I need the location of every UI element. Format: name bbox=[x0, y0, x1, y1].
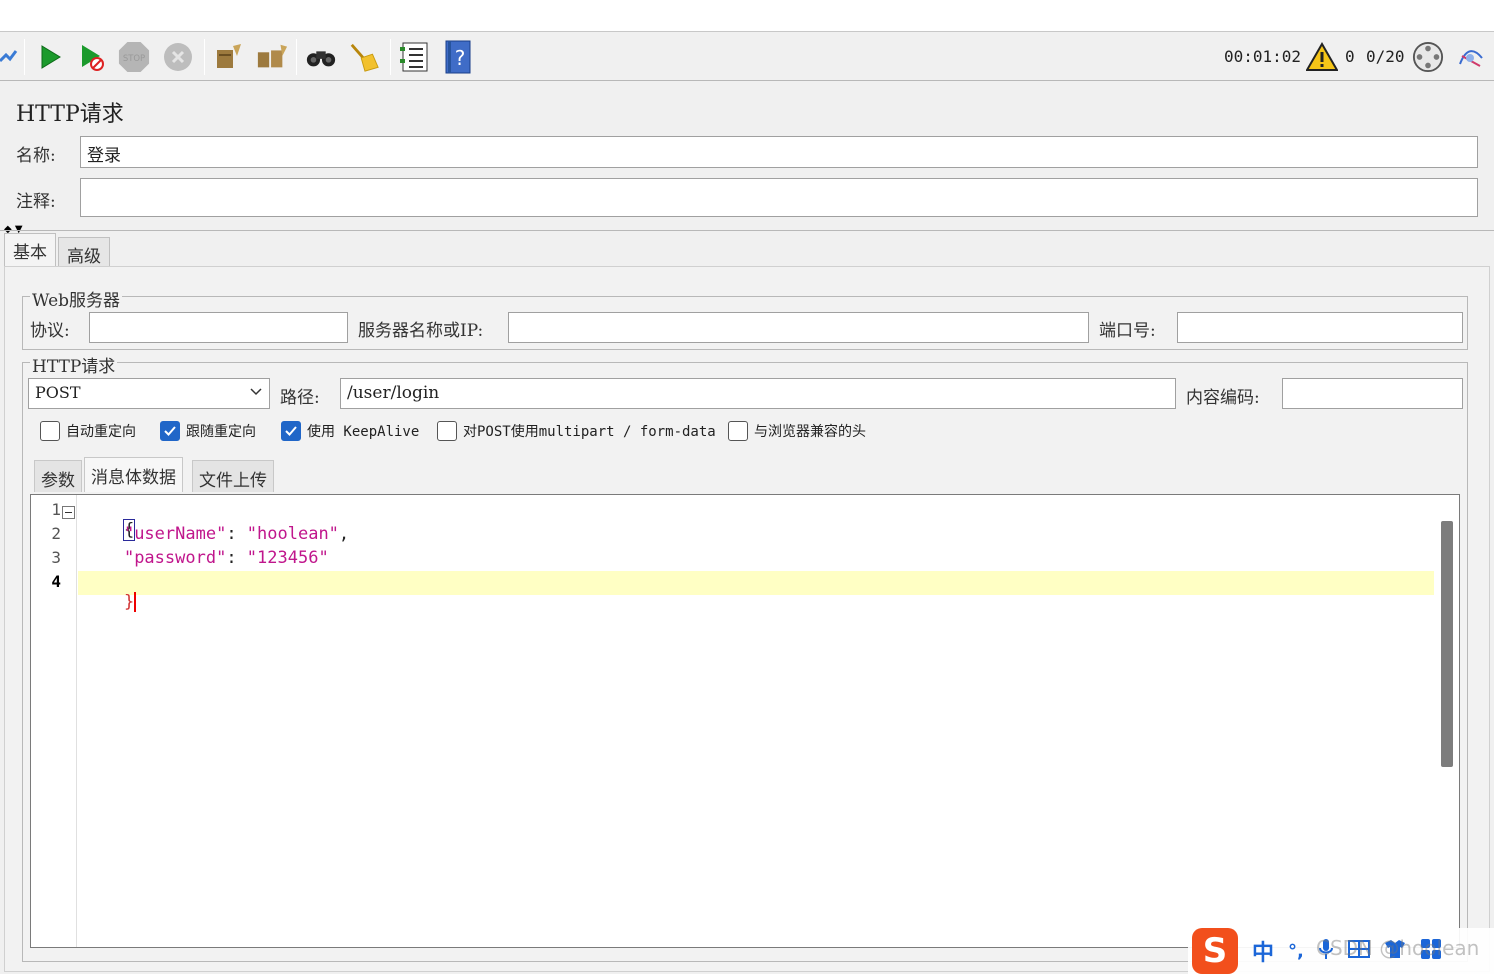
tab-basic[interactable]: 基本 bbox=[4, 233, 56, 267]
json-value: "123456" bbox=[246, 548, 329, 568]
code-line-4: } bbox=[83, 572, 137, 632]
shutdown-icon[interactable] bbox=[162, 41, 194, 73]
browser-headers-option[interactable]: 与浏览器兼容的头 bbox=[728, 421, 866, 441]
json-colon: : bbox=[226, 548, 247, 568]
main-tab-bar: 基本 高级 bbox=[0, 230, 1494, 267]
toggle-icon[interactable] bbox=[0, 41, 24, 73]
server-label: 服务器名称或IP: bbox=[358, 321, 484, 341]
editor-gutter: 1 2 3 4 bbox=[31, 495, 77, 947]
encoding-field[interactable] bbox=[1282, 378, 1463, 409]
svg-text:STOP: STOP bbox=[123, 53, 145, 63]
port-label: 端口号: bbox=[1099, 321, 1156, 341]
comment-label: 注释: bbox=[16, 192, 56, 212]
name-field[interactable]: 登录 bbox=[80, 136, 1478, 168]
keepalive-label: 使用 KeepAlive bbox=[307, 424, 420, 440]
tab-file-upload[interactable]: 文件上传 bbox=[192, 460, 274, 492]
comment-field[interactable] bbox=[80, 178, 1478, 217]
warning-icon[interactable] bbox=[1306, 41, 1338, 73]
chevron-down-icon bbox=[249, 383, 263, 403]
help-icon[interactable]: ? bbox=[442, 40, 474, 74]
multipart-label: 对POST使用multipart / form-data bbox=[463, 424, 716, 440]
body-editor[interactable]: 1 2 3 4 { "userName": "hoolean", "passwo… bbox=[30, 494, 1460, 948]
web-server-group-title: Web服务器 bbox=[30, 286, 123, 311]
current-line-highlight bbox=[78, 571, 1434, 595]
browser-headers-checkbox[interactable] bbox=[728, 421, 748, 441]
close-brace: } bbox=[123, 592, 137, 612]
encoding-label: 内容编码: bbox=[1186, 388, 1260, 408]
elapsed-timer: 00:01:02 bbox=[1224, 47, 1302, 66]
auto-redirect-label: 自动重定向 bbox=[66, 424, 136, 440]
follow-redirect-option[interactable]: 跟随重定向 bbox=[160, 421, 256, 441]
browser-headers-label: 与浏览器兼容的头 bbox=[754, 424, 866, 440]
start-no-pause-icon[interactable] bbox=[76, 41, 108, 73]
toolbar: STOP ? 00:01:02 0 0/20 bbox=[0, 33, 1494, 81]
follow-redirect-checkbox[interactable] bbox=[160, 421, 180, 441]
editor-scrollbar[interactable] bbox=[1441, 521, 1453, 767]
path-label: 路径: bbox=[280, 388, 320, 408]
log-viewer-icon[interactable] bbox=[1455, 41, 1487, 73]
running-indicator-icon bbox=[1412, 41, 1444, 73]
warning-count: 0 bbox=[1345, 47, 1355, 66]
tab-advanced[interactable]: 高级 bbox=[58, 237, 110, 267]
window-top-strip bbox=[0, 0, 1494, 32]
svg-text:?: ? bbox=[455, 46, 466, 70]
ime-toolbar: S 中 °, CSDN @hoolean bbox=[1188, 928, 1494, 974]
json-colon: : bbox=[226, 524, 247, 544]
method-value: POST bbox=[35, 383, 81, 402]
thread-count: 0/20 bbox=[1366, 47, 1405, 66]
protocol-field[interactable] bbox=[89, 312, 348, 343]
code-line-2: "userName": "hoolean", bbox=[83, 524, 349, 544]
json-key: "password" bbox=[123, 548, 227, 568]
tab-parameters[interactable]: 参数 bbox=[34, 460, 82, 492]
ime-mode[interactable]: 中 bbox=[1252, 935, 1274, 967]
multipart-checkbox[interactable] bbox=[437, 421, 457, 441]
protocol-label: 协议: bbox=[30, 321, 70, 341]
ime-logo[interactable]: S bbox=[1192, 928, 1238, 974]
http-request-group-title: HTTP请求 bbox=[30, 352, 118, 377]
line-number: 1 bbox=[51, 500, 61, 519]
clear-icon[interactable] bbox=[212, 41, 244, 73]
auto-redirect-option[interactable]: 自动重定向 bbox=[40, 421, 136, 441]
fold-toggle-icon[interactable] bbox=[62, 504, 75, 523]
auto-redirect-checkbox[interactable] bbox=[40, 421, 60, 441]
search-icon[interactable] bbox=[305, 41, 337, 73]
tab-body-data[interactable]: 消息体数据 bbox=[84, 457, 183, 492]
code-line-3: "password": "123456" bbox=[83, 548, 329, 568]
json-comma: , bbox=[338, 524, 350, 544]
body-tab-bar: 参数 消息体数据 文件上传 bbox=[32, 457, 1462, 494]
multipart-option[interactable]: 对POST使用multipart / form-data bbox=[437, 421, 716, 441]
port-field[interactable] bbox=[1177, 312, 1463, 343]
reset-search-icon[interactable] bbox=[348, 41, 380, 73]
start-icon[interactable] bbox=[34, 41, 66, 73]
line-number: 2 bbox=[51, 524, 61, 543]
stop-icon[interactable]: STOP bbox=[118, 41, 150, 73]
keepalive-option[interactable]: 使用 KeepAlive bbox=[281, 421, 419, 441]
path-field[interactable]: /user/login bbox=[340, 378, 1176, 409]
json-key: "userName" bbox=[123, 524, 227, 544]
clear-all-icon[interactable] bbox=[256, 41, 288, 73]
follow-redirect-label: 跟随重定向 bbox=[186, 424, 256, 440]
method-select[interactable]: POST bbox=[28, 378, 270, 409]
check-icon bbox=[164, 426, 176, 436]
ime-punctuation[interactable]: °, bbox=[1288, 941, 1304, 962]
name-label: 名称: bbox=[16, 146, 56, 166]
keepalive-checkbox[interactable] bbox=[281, 421, 301, 441]
function-helper-icon[interactable] bbox=[398, 41, 430, 73]
line-number: 3 bbox=[51, 548, 61, 567]
page-title: HTTP请求 bbox=[16, 102, 124, 127]
server-field[interactable] bbox=[508, 312, 1089, 343]
csdn-watermark: CSDN @hoolean bbox=[1316, 936, 1480, 960]
check-icon bbox=[285, 426, 297, 436]
line-number-current: 4 bbox=[51, 572, 61, 591]
json-value: "hoolean" bbox=[246, 524, 339, 544]
